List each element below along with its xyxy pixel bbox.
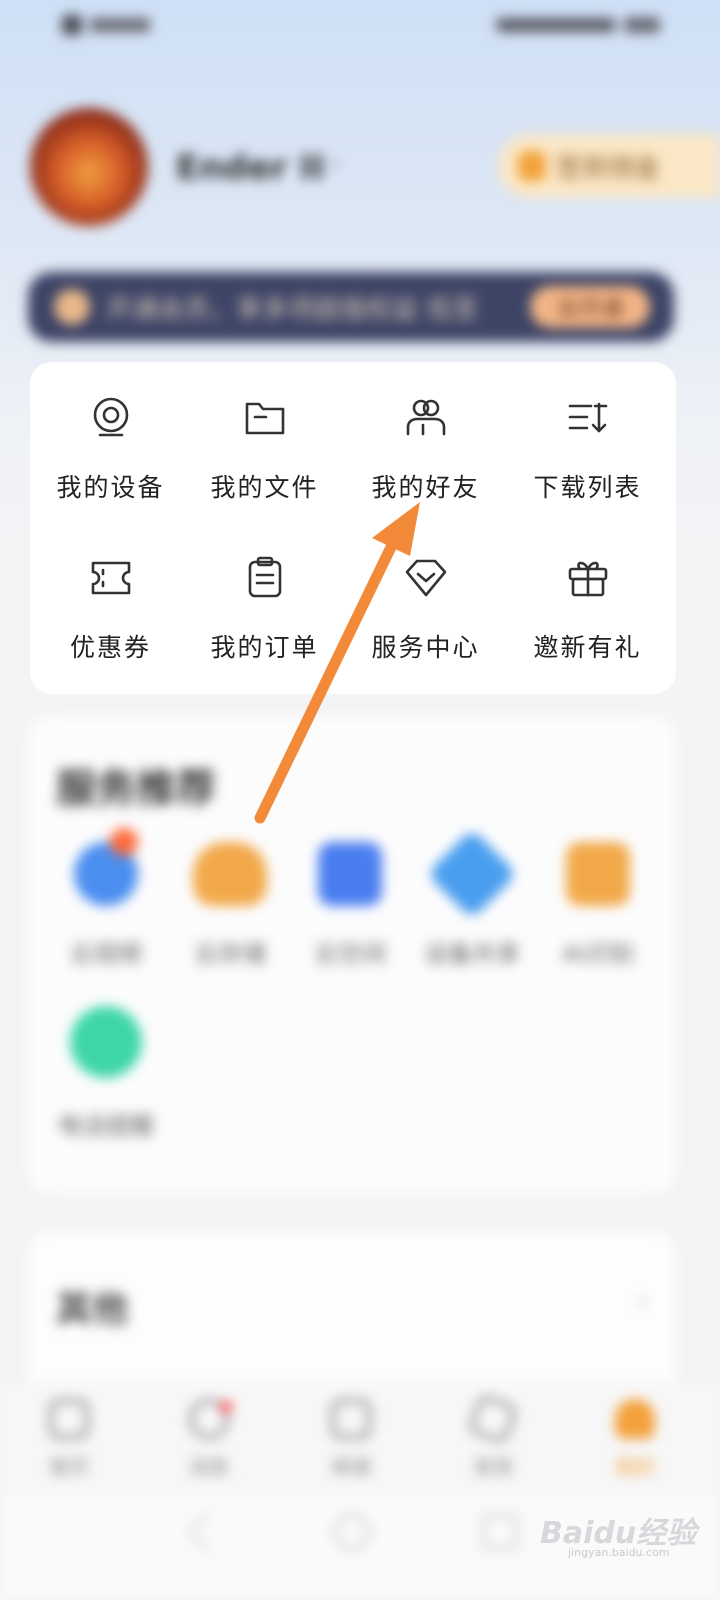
discover-icon: [467, 1393, 519, 1445]
recommend-label: 电话提醒: [58, 1112, 154, 1140]
recommend-item[interactable]: AI识别: [538, 842, 658, 982]
nav-messages[interactable]: 消息: [164, 1399, 254, 1485]
menu-item-label: 我的设备: [56, 473, 165, 502]
recommend-label: 设备共享: [424, 940, 520, 968]
chevron-right-icon: ›: [330, 150, 340, 178]
recommend-label: 云视频: [70, 940, 142, 968]
gift-icon: [562, 552, 614, 604]
profile-icon: [615, 1399, 655, 1439]
ai-recognition-icon: [566, 842, 630, 906]
other-title: 其他: [56, 1289, 129, 1330]
vip-banner-text: 开通会员，享多项超值权益 低至: [106, 294, 479, 325]
nav-label: 我的: [615, 1455, 655, 1479]
back-icon[interactable]: [187, 1511, 229, 1553]
nav-label: 首页: [49, 1455, 89, 1479]
signal-icon: [90, 18, 150, 32]
menu-card: 我的设备 我的文件 我的好友 下载列表 优惠券 我的订单 服务中心 邀新有礼: [30, 362, 676, 694]
battery-icon: [624, 17, 660, 33]
watermark-sub: jingyan.baidu.com: [568, 1546, 670, 1559]
menu-item-invite-gift[interactable]: 邀新有礼: [507, 522, 668, 672]
new-badge: [110, 828, 138, 856]
phone-reminder-icon: [70, 1006, 142, 1078]
menu-item-label: 我的订单: [210, 633, 319, 662]
nav-label: 消息: [189, 1455, 229, 1479]
friends-icon: [400, 392, 452, 444]
menu-item-label: 优惠券: [69, 633, 151, 662]
order-clipboard-icon: [239, 552, 291, 604]
status-icons: [496, 18, 616, 32]
username[interactable]: Ender II: [176, 148, 325, 188]
status-right: [470, 14, 660, 36]
shop-bag-icon: [331, 1399, 371, 1439]
folder-icon: [239, 392, 291, 444]
cloud-space-icon: [318, 842, 382, 906]
menu-item-my-files[interactable]: 我的文件: [184, 362, 345, 512]
sign-in-label: 签到领金: [556, 153, 661, 184]
device-share-icon: [426, 828, 518, 920]
nav-label: 商城: [331, 1455, 371, 1479]
menu-item-label: 邀新有礼: [533, 633, 642, 662]
home-circle-icon[interactable]: [334, 1514, 370, 1550]
menu-item-my-friends[interactable]: 我的好友: [345, 362, 506, 512]
service-heart-icon: [400, 552, 452, 604]
status-left: [62, 14, 192, 36]
sign-in-button[interactable]: 签到领金: [498, 134, 720, 198]
recommend-label: 云空间: [314, 940, 386, 968]
status-bar: [0, 0, 720, 50]
menu-item-my-orders[interactable]: 我的订单: [184, 522, 345, 672]
nav-discover[interactable]: 发现: [448, 1393, 538, 1485]
cloud-storage-icon: [193, 842, 267, 906]
recommend-item[interactable]: 设备共享: [412, 828, 532, 982]
coin-icon: [518, 151, 546, 181]
recent-apps-icon[interactable]: [482, 1514, 518, 1550]
recommend-item[interactable]: 云空间: [290, 842, 410, 982]
menu-item-my-devices[interactable]: 我的设备: [30, 362, 191, 512]
menu-item-label: 下载列表: [533, 473, 642, 502]
recommend-label: 云存储: [194, 940, 266, 968]
nav-mine[interactable]: 我的: [590, 1399, 680, 1485]
coupon-icon: [85, 552, 137, 604]
home-icon: [49, 1399, 89, 1439]
chevron-right-icon: ›: [636, 1284, 648, 1317]
nav-home[interactable]: 首页: [24, 1399, 114, 1485]
menu-item-label: 我的文件: [210, 473, 319, 502]
vip-banner[interactable]: 开通会员，享多项超值权益 低至 去开通: [28, 272, 674, 342]
recommend-item[interactable]: 云视频: [46, 842, 166, 982]
vip-open-button[interactable]: 去开通: [530, 286, 650, 328]
recommend-card: 服务推荐 云视频 云存储 云空间 设备共享 AI识别 电话提醒: [28, 716, 676, 1194]
avatar[interactable]: [30, 108, 148, 226]
menu-item-service-center[interactable]: 服务中心: [345, 522, 506, 672]
menu-item-label: 我的好友: [371, 473, 480, 502]
menu-item-download-list[interactable]: 下载列表: [507, 362, 668, 512]
vip-crown-icon: [54, 289, 90, 325]
menu-item-label: 服务中心: [371, 633, 480, 662]
recommend-label: AI识别: [562, 940, 634, 968]
bottom-nav: 首页 消息 商城 发现 我的: [0, 1384, 720, 1492]
unread-dot: [220, 1401, 232, 1413]
menu-item-coupons[interactable]: 优惠券: [30, 522, 191, 672]
nav-label: 发现: [473, 1455, 513, 1479]
recommend-item[interactable]: 云存储: [170, 842, 290, 982]
download-list-icon: [562, 392, 614, 444]
notification-icon: [62, 15, 82, 35]
recommend-title: 服务推荐: [56, 766, 216, 812]
camera-icon: [85, 392, 137, 444]
recommend-item[interactable]: 电话提醒: [46, 1006, 166, 1146]
baidu-watermark: Baidu经验 jingyan.baidu.com: [540, 1490, 710, 1559]
nav-mall[interactable]: 商城: [306, 1399, 396, 1485]
